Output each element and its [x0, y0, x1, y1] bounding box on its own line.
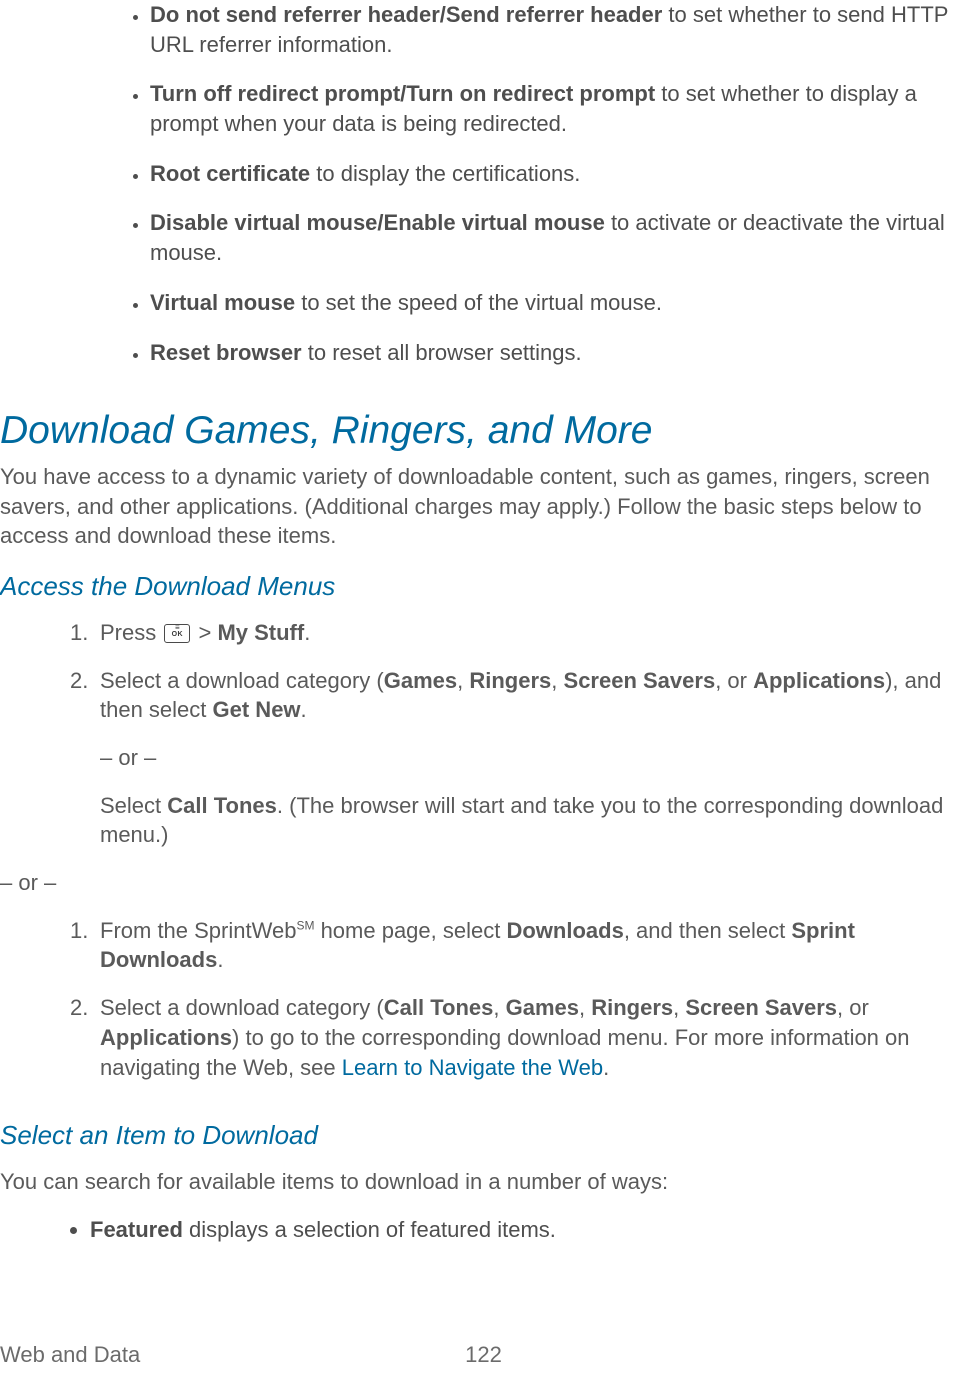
heading-select-item: Select an Item to Download — [0, 1118, 967, 1153]
text: Select a download category ( — [100, 668, 384, 693]
period: . — [301, 697, 307, 722]
or: , or — [715, 668, 753, 693]
bullet-featured: Featured displays a selection of feature… — [90, 1215, 967, 1265]
bullet-text: to display the certifications. — [310, 161, 580, 186]
comma: , — [493, 995, 505, 1020]
comma: , — [579, 995, 591, 1020]
gt: > — [192, 620, 217, 645]
cat-call-tones: Call Tones — [384, 995, 494, 1020]
para-select-item: You can search for available items to do… — [0, 1167, 967, 1197]
downloads-label: Downloads — [506, 918, 623, 943]
heading-access-menus: Access the Download Menus — [0, 569, 967, 604]
step-select-category-a: Select a download category (Games, Ringe… — [70, 666, 967, 743]
step-select-category-b: Select a download category (Call Tones , … — [70, 993, 967, 1100]
bullet-text: to set the speed of the virtual mouse. — [295, 290, 662, 315]
text: home page, select — [314, 918, 506, 943]
cat-ringers: Ringers — [469, 668, 551, 693]
or-separator-inner: – or – — [0, 743, 967, 791]
bullet-bold: Root certificate — [150, 161, 310, 186]
period: . — [217, 947, 223, 972]
period: . — [304, 620, 310, 645]
access-steps-b: From the SprintWebSM home page, select D… — [0, 916, 967, 1100]
menu-ok-key-icon — [164, 624, 190, 643]
cat-games: Games — [506, 995, 579, 1020]
cat-ringers: Ringers — [591, 995, 673, 1020]
bullet-referrer: Do not send referrer header/Send referre… — [150, 0, 967, 79]
comma: , — [673, 995, 685, 1020]
text: Select a download category ( — [100, 995, 384, 1020]
bullet-virtual-mouse-toggle: Disable virtual mouse/Enable virtual mou… — [150, 208, 967, 287]
call-tones-label: Call Tones — [167, 793, 277, 818]
text: Press — [100, 620, 162, 645]
bullet-bold: Do not send referrer header/Send referre… — [150, 2, 662, 27]
bullet-redirect: Turn off redirect prompt/Turn on redirec… — [150, 79, 967, 158]
bullet-bold: Turn off redirect prompt/Turn on redirec… — [150, 81, 655, 106]
learn-navigate-web-link[interactable]: Learn to Navigate the Web — [342, 1055, 603, 1080]
or: , or — [837, 995, 869, 1020]
bullet-bold: Virtual mouse — [150, 290, 295, 315]
footer-page-number: 122 — [0, 1340, 967, 1370]
footer-section-title: Web and Data — [0, 1340, 140, 1370]
page-footer: Web and Data 122 — [0, 1340, 967, 1370]
intro-download: You have access to a dynamic variety of … — [0, 462, 967, 551]
cat-screen-savers: Screen Savers — [564, 668, 716, 693]
bullet-reset-browser: Reset browser to reset all browser setti… — [150, 338, 967, 388]
my-stuff-label: My Stuff — [217, 620, 304, 645]
access-steps-a: Press > My Stuff. Select a download cate… — [0, 618, 967, 743]
text: Select — [100, 793, 167, 818]
text: From the SprintWeb — [100, 918, 296, 943]
bullet-text: to reset all browser settings. — [302, 340, 582, 365]
sm-mark: SM — [296, 918, 314, 932]
cat-games: Games — [384, 668, 457, 693]
or-separator-outer: – or – — [0, 868, 967, 916]
cat-applications: Applications — [753, 668, 885, 693]
select-item-bullets: Featured displays a selection of feature… — [0, 1215, 967, 1265]
period: . — [603, 1055, 609, 1080]
step-sprintweb-home: From the SprintWebSM home page, select D… — [70, 916, 967, 993]
step-select-call-tones: Select Call Tones. (The browser will sta… — [0, 791, 967, 868]
step-press-ok: Press > My Stuff. — [70, 618, 967, 666]
text: , and then select — [624, 918, 792, 943]
cat-screen-savers: Screen Savers — [685, 995, 837, 1020]
comma: , — [457, 668, 469, 693]
cat-applications: Applications — [100, 1025, 232, 1050]
bullet-bold: Reset browser — [150, 340, 302, 365]
heading-download-games: Download Games, Ringers, and More — [0, 405, 967, 458]
featured-label: Featured — [90, 1217, 183, 1242]
bullet-bold: Disable virtual mouse/Enable virtual mou… — [150, 210, 605, 235]
comma: , — [551, 668, 563, 693]
bullet-virtual-mouse-speed: Virtual mouse to set the speed of the vi… — [150, 288, 967, 338]
text: displays a selection of featured items. — [183, 1217, 556, 1242]
get-new-label: Get New — [213, 697, 301, 722]
bullet-root-cert: Root certificate to display the certific… — [150, 159, 967, 209]
browser-settings-bullets: Do not send referrer header/Send referre… — [0, 0, 967, 387]
